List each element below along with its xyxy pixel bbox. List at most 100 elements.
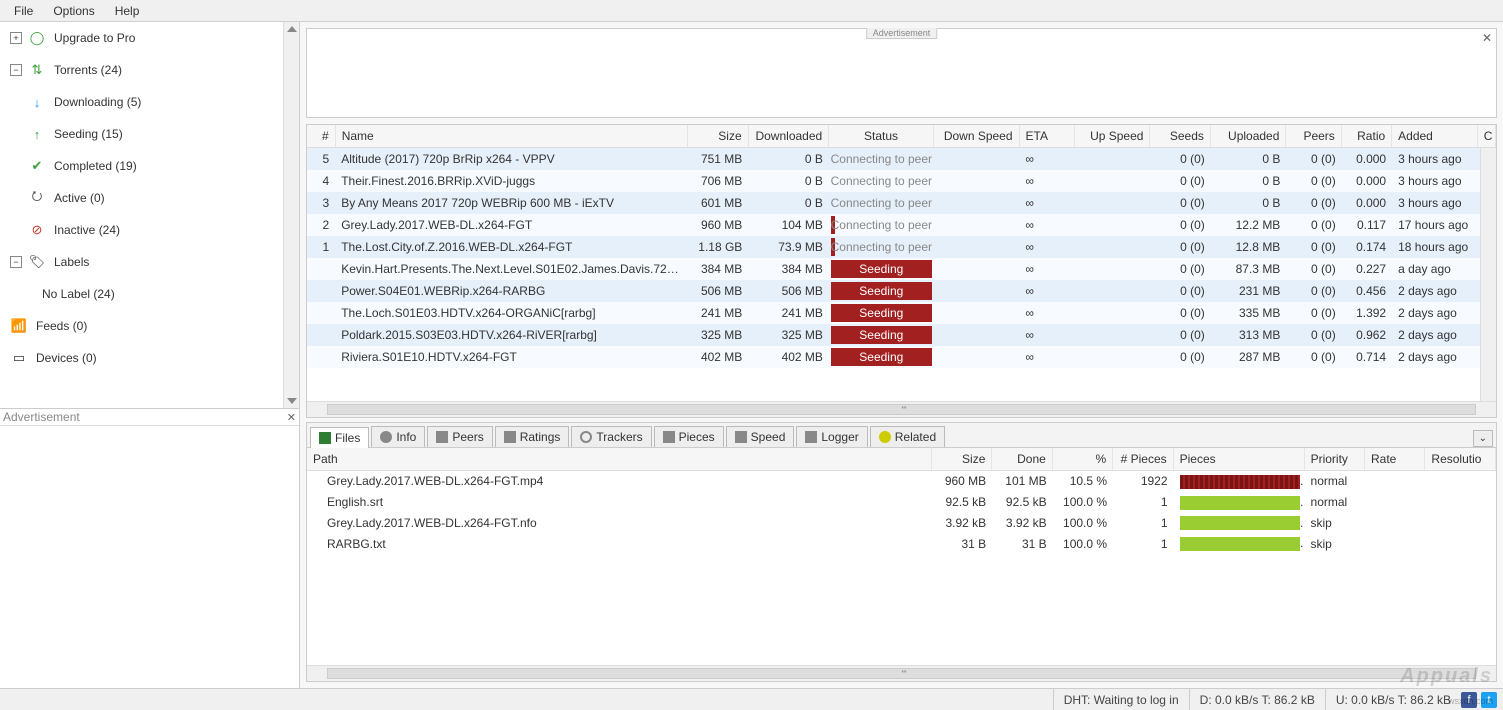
close-icon[interactable]: ✕ xyxy=(1482,31,1492,45)
status-down[interactable]: D: 0.0 kB/s T: 86.2 kB xyxy=(1189,689,1325,710)
sidebar-downloading[interactable]: ↓ Downloading (5) xyxy=(0,86,299,118)
col-status[interactable]: Status xyxy=(829,125,934,148)
sidebar: + ◯ Upgrade to Pro − ⇅ Torrents (24) ↓ D… xyxy=(0,22,299,408)
tree-collapse-icon[interactable]: − xyxy=(10,256,22,268)
bulb-icon xyxy=(879,431,891,443)
tab-label: Logger xyxy=(821,430,858,444)
col-uploaded[interactable]: Uploaded xyxy=(1210,125,1286,148)
col-upspeed[interactable]: Up Speed xyxy=(1074,125,1150,148)
menubar: File Options Help xyxy=(0,0,1503,22)
torrent-row[interactable]: The.Loch.S01E03.HDTV.x264-ORGANiC[rarbg]… xyxy=(307,302,1496,324)
sidebar-label: No Label (24) xyxy=(42,287,115,301)
col-size[interactable]: Size xyxy=(688,125,748,148)
sidebar-seeding[interactable]: ↑ Seeding (15) xyxy=(0,118,299,150)
torrent-row[interactable]: Power.S04E01.WEBRip.x264-RARBG506 MB506 … xyxy=(307,280,1496,302)
files-hscrollbar[interactable]: ''' xyxy=(307,665,1496,681)
sidebar-inactive[interactable]: ⊘ Inactive (24) xyxy=(0,214,299,246)
col-added[interactable]: Added xyxy=(1392,125,1478,148)
fcol-priority[interactable]: Priority xyxy=(1304,448,1364,471)
torrent-row[interactable]: 3By Any Means 2017 720p WEBRip 600 MB - … xyxy=(307,192,1496,214)
col-name[interactable]: Name xyxy=(335,125,688,148)
sidebar-active[interactable]: ⭮ Active (0) xyxy=(0,182,299,214)
file-row[interactable]: RARBG.txt31 B31 B100.0 %1skip xyxy=(307,533,1496,554)
grid-icon xyxy=(663,431,675,443)
tab-label: Pieces xyxy=(679,430,715,444)
torrent-row[interactable]: Poldark.2015.S03E03.HDTV.x264-RiVER[rarb… xyxy=(307,324,1496,346)
fcol-npieces[interactable]: # Pieces xyxy=(1113,448,1173,471)
col-num[interactable]: # xyxy=(307,125,335,148)
device-icon: ▭ xyxy=(10,349,28,367)
torrent-table-body[interactable]: 5Altitude (2017) 720p BrRip x264 - VPPV7… xyxy=(307,148,1496,368)
status-up[interactable]: U: 0.0 kB/s T: 86.2 kB xyxy=(1325,689,1461,710)
utorrent-icon: ◯ xyxy=(28,29,46,47)
fcol-resolution[interactable]: Resolutio xyxy=(1425,448,1496,471)
sidebar-label: Upgrade to Pro xyxy=(54,31,135,45)
menu-help[interactable]: Help xyxy=(105,2,150,20)
tab-label: Peers xyxy=(452,430,483,444)
sidebar-label: Labels xyxy=(54,255,89,269)
sidebar-completed[interactable]: ✔ Completed (19) xyxy=(0,150,299,182)
sidebar-feeds[interactable]: 📶 Feeds (0) xyxy=(0,310,299,342)
file-row[interactable]: Grey.Lady.2017.WEB-DL.x264-FGT.nfo3.92 k… xyxy=(307,513,1496,534)
fcol-pct[interactable]: % xyxy=(1052,448,1112,471)
tab-info[interactable]: Info xyxy=(371,426,425,447)
torrent-row[interactable]: 5Altitude (2017) 720p BrRip x264 - VPPV7… xyxy=(307,148,1496,170)
sidebar-ad-panel: Advertisement ✕ xyxy=(0,408,299,688)
file-row[interactable]: Grey.Lady.2017.WEB-DL.x264-FGT.mp4960 MB… xyxy=(307,471,1496,492)
status-dht[interactable]: DHT: Waiting to log in xyxy=(1053,689,1189,710)
col-extra[interactable]: C xyxy=(1477,125,1495,148)
torrent-row[interactable]: 4Their.Finest.2016.BRRip.XViD-juggs706 M… xyxy=(307,170,1496,192)
fcol-size[interactable]: Size xyxy=(931,448,991,471)
menu-file[interactable]: File xyxy=(4,2,43,20)
rss-icon: 📶 xyxy=(10,317,28,335)
tab-trackers[interactable]: Trackers xyxy=(571,426,651,447)
torrent-row[interactable]: 1The.Lost.City.of.Z.2016.WEB-DL.x264-FGT… xyxy=(307,236,1496,258)
file-row[interactable]: English.srt92.5 kB92.5 kB100.0 %1normal xyxy=(307,492,1496,513)
pieces-bar xyxy=(1180,496,1300,510)
right-column: Advertisement ✕ # Name Size Do xyxy=(300,22,1503,688)
sidebar-label: Devices (0) xyxy=(36,351,97,365)
sidebar-label: Inactive (24) xyxy=(54,223,120,237)
fcol-done[interactable]: Done xyxy=(992,448,1052,471)
sidebar-devices[interactable]: ▭ Devices (0) xyxy=(0,342,299,374)
fcol-rate[interactable]: Rate xyxy=(1364,448,1424,471)
ad-label: Advertisement xyxy=(3,410,80,424)
col-eta[interactable]: ETA xyxy=(1019,125,1074,148)
sidebar-scrollbar[interactable] xyxy=(283,22,299,408)
tab-pieces[interactable]: Pieces xyxy=(654,426,724,447)
torrent-vscrollbar[interactable] xyxy=(1480,148,1496,401)
tabs-overflow-button[interactable]: ⌄ xyxy=(1473,430,1493,447)
col-downloaded[interactable]: Downloaded xyxy=(748,125,829,148)
tab-peers[interactable]: Peers xyxy=(427,426,492,447)
close-icon[interactable]: ✕ xyxy=(287,411,296,424)
fcol-pieces[interactable]: Pieces xyxy=(1173,448,1304,471)
tab-files[interactable]: Files xyxy=(310,427,369,448)
torrent-hscrollbar[interactable]: ''' xyxy=(307,401,1496,417)
files-table-body[interactable]: Grey.Lady.2017.WEB-DL.x264-FGT.mp4960 MB… xyxy=(307,471,1496,554)
tree-expand-icon[interactable]: + xyxy=(10,32,22,44)
tab-ratings[interactable]: Ratings xyxy=(495,426,570,447)
col-seeds[interactable]: Seeds xyxy=(1150,125,1210,148)
tree-collapse-icon[interactable]: − xyxy=(10,64,22,76)
sidebar-upgrade[interactable]: + ◯ Upgrade to Pro xyxy=(0,22,299,54)
torrent-list-pane: # Name Size Downloaded Status Down Speed… xyxy=(306,124,1497,418)
torrent-row[interactable]: Kevin.Hart.Presents.The.Next.Level.S01E0… xyxy=(307,258,1496,280)
col-peers[interactable]: Peers xyxy=(1286,125,1341,148)
twitter-icon[interactable]: t xyxy=(1481,692,1497,708)
fcol-path[interactable]: Path xyxy=(307,448,931,471)
col-ratio[interactable]: Ratio xyxy=(1341,125,1391,148)
facebook-icon[interactable]: f xyxy=(1461,692,1477,708)
files-table: Path Size Done % # Pieces Pieces Priorit… xyxy=(307,448,1496,471)
sidebar-labels[interactable]: − 🏷 Labels xyxy=(0,246,299,278)
info-icon xyxy=(380,431,392,443)
tab-label: Trackers xyxy=(596,430,642,444)
tab-speed[interactable]: Speed xyxy=(726,426,795,447)
torrent-row[interactable]: 2Grey.Lady.2017.WEB-DL.x264-FGT960 MB104… xyxy=(307,214,1496,236)
sidebar-nolabel[interactable]: No Label (24) xyxy=(0,278,299,310)
sidebar-torrents[interactable]: − ⇅ Torrents (24) xyxy=(0,54,299,86)
tab-related[interactable]: Related xyxy=(870,426,945,447)
torrent-row[interactable]: Riviera.S01E10.HDTV.x264-FGT402 MB402 MB… xyxy=(307,346,1496,368)
col-downspeed[interactable]: Down Speed xyxy=(933,125,1019,148)
tab-logger[interactable]: Logger xyxy=(796,426,867,447)
menu-options[interactable]: Options xyxy=(43,2,104,20)
